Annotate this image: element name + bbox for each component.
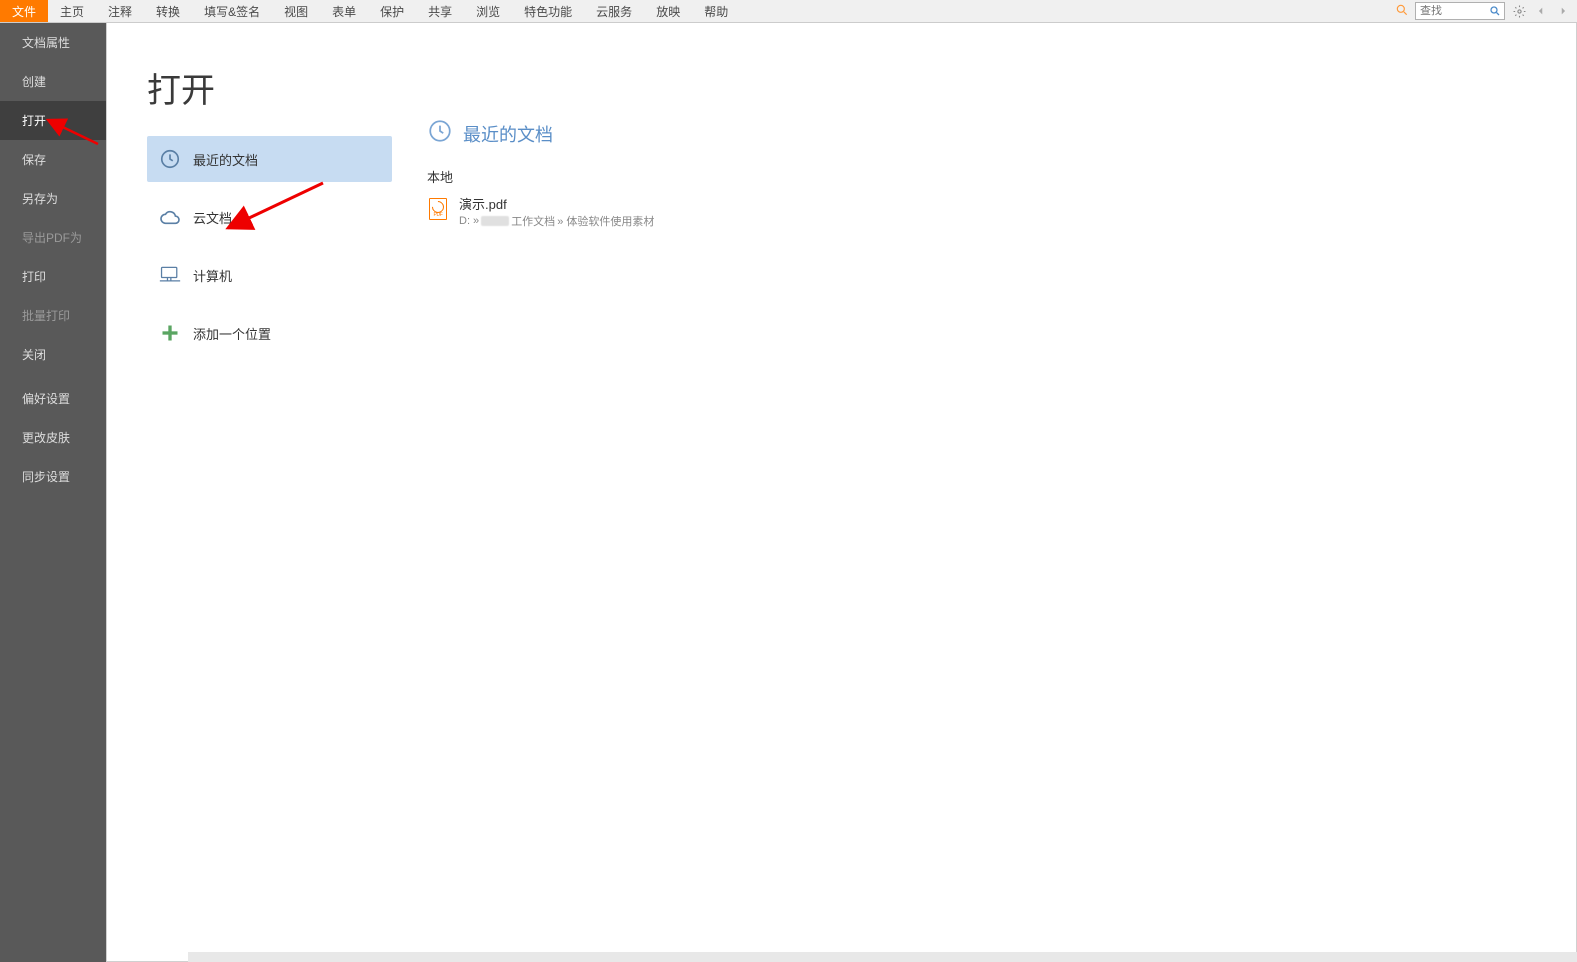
menu-tab-browse[interactable]: 浏览	[464, 0, 512, 22]
redacted-segment	[481, 216, 509, 226]
source-label: 最近的文档	[193, 150, 258, 169]
sidebar-item-preferences[interactable]: 偏好设置	[0, 379, 106, 418]
sidebar-item-close[interactable]: 关闭	[0, 335, 106, 374]
menu-tab-slideshow[interactable]: 放映	[644, 0, 692, 22]
menu-tab-help[interactable]: 帮助	[692, 0, 740, 22]
recent-section-local: 本地	[427, 167, 1576, 186]
source-addlocation[interactable]: 添加一个位置	[147, 310, 392, 356]
search-input[interactable]	[1416, 5, 1486, 17]
sidebar-item-docprops[interactable]: 文档属性	[0, 23, 106, 62]
nav-next-icon[interactable]	[1555, 3, 1571, 19]
open-sources-panel: 打开 最近的文档 云文档	[107, 23, 392, 961]
recent-file-name: 演示.pdf	[459, 194, 654, 213]
menu-tab-cloud[interactable]: 云服务	[584, 0, 644, 22]
menu-tab-share[interactable]: 共享	[416, 0, 464, 22]
gear-icon[interactable]	[1511, 3, 1527, 19]
plus-icon	[159, 322, 181, 344]
menu-tab-fillsign[interactable]: 填写&签名	[192, 0, 272, 22]
recent-file-item[interactable]: 演示.pdf D: » 工作文档 » 体验软件使用素材	[427, 192, 1576, 231]
nav-prev-icon[interactable]	[1533, 3, 1549, 19]
menu-tab-annotate[interactable]: 注释	[96, 0, 144, 22]
computer-icon	[159, 264, 181, 286]
sidebar-item-create[interactable]: 创建	[0, 62, 106, 101]
open-content: 打开 最近的文档 云文档	[106, 23, 1577, 962]
search-shortcut-icon[interactable]	[1395, 3, 1409, 20]
menu-tab-home[interactable]: 主页	[48, 0, 96, 22]
search-box	[1415, 2, 1505, 20]
menu-tab-view[interactable]: 视图	[272, 0, 320, 22]
menu-tab-protect[interactable]: 保护	[368, 0, 416, 22]
source-label: 添加一个位置	[193, 324, 271, 343]
bottom-scrollbar[interactable]	[188, 952, 1577, 962]
sidebar-item-print[interactable]: 打印	[0, 257, 106, 296]
menubar: 文件 主页 注释 转换 填写&签名 视图 表单 保护 共享 浏览 特色功能 云服…	[0, 0, 1577, 23]
recent-heading: 最近的文档	[463, 121, 553, 147]
sidebar-item-save[interactable]: 保存	[0, 140, 106, 179]
search-button[interactable]	[1486, 3, 1504, 19]
cloud-icon	[159, 206, 181, 228]
page-title: 打开	[147, 63, 392, 112]
sidebar-item-batchprint[interactable]: 批量打印	[0, 296, 106, 335]
recent-docs-panel: 最近的文档 本地 演示.pdf D: » 工作文档 » 体验软件使用素材	[392, 23, 1576, 961]
menu-tab-file[interactable]: 文件	[0, 0, 48, 22]
clock-icon	[427, 118, 453, 149]
source-label: 计算机	[193, 266, 232, 285]
sidebar-item-skin[interactable]: 更改皮肤	[0, 418, 106, 457]
recent-file-path: D: » 工作文档 » 体验软件使用素材	[459, 213, 654, 229]
sidebar-item-saveas[interactable]: 另存为	[0, 179, 106, 218]
clock-icon	[159, 148, 181, 170]
menu-tab-convert[interactable]: 转换	[144, 0, 192, 22]
recent-header: 最近的文档	[427, 118, 1576, 149]
source-recent[interactable]: 最近的文档	[147, 136, 392, 182]
sidebar-item-open[interactable]: 打开	[0, 101, 106, 140]
source-label: 云文档	[193, 208, 232, 227]
sidebar-item-sync[interactable]: 同步设置	[0, 457, 106, 496]
menu-tab-form[interactable]: 表单	[320, 0, 368, 22]
sidebar-item-exportpdf[interactable]: 导出PDF为	[0, 218, 106, 257]
file-sidebar: 文档属性 创建 打开 保存 另存为 导出PDF为 打印 批量打印 关闭 偏好设置…	[0, 23, 106, 962]
pdf-file-icon	[427, 196, 449, 222]
source-computer[interactable]: 计算机	[147, 252, 392, 298]
source-cloud[interactable]: 云文档	[147, 194, 392, 240]
menu-tab-feature[interactable]: 特色功能	[512, 0, 584, 22]
